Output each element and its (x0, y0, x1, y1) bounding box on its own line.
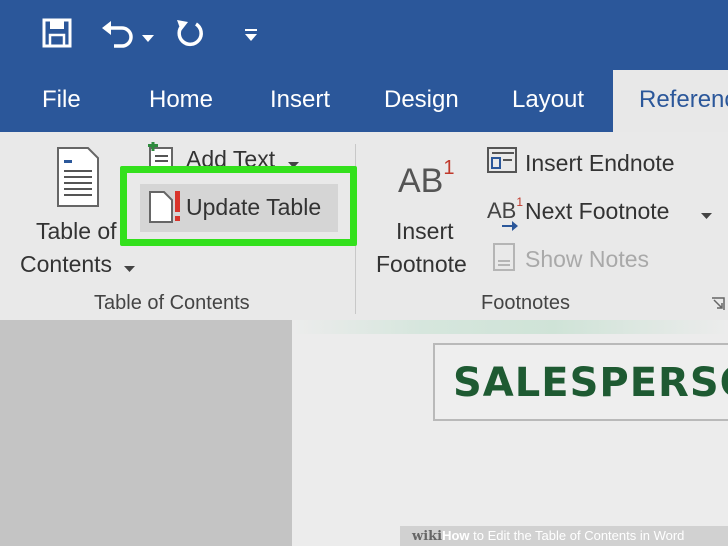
insert-footnote-icon[interactable]: AB1 (398, 157, 454, 201)
chevron-down-icon[interactable] (124, 260, 135, 272)
footnotes-group-label: Footnotes (481, 292, 570, 314)
tab-references[interactable]: Referenc (613, 70, 728, 132)
dialog-launcher-icon[interactable] (711, 297, 725, 311)
chevron-down-icon[interactable] (142, 30, 154, 42)
table-of-contents-icon[interactable] (56, 146, 100, 208)
insert-footnote-label-1[interactable]: Insert (396, 218, 454, 245)
document-header-band (292, 320, 728, 334)
watermark-how: How (442, 528, 470, 543)
ribbon-tabs: File Home Insert Design Layout Referenc (0, 70, 728, 132)
undo-icon[interactable] (100, 18, 134, 50)
redo-icon[interactable] (174, 18, 206, 50)
tab-insert[interactable]: Insert (270, 86, 330, 114)
next-footnote-icon-sup: 1 (516, 194, 524, 209)
toc-group-label: Table of Contents (94, 292, 250, 314)
tab-home[interactable]: Home (149, 86, 213, 114)
watermark-rest: to Edit the Table of Contents in Word (469, 528, 685, 543)
customize-qat-icon[interactable] (244, 28, 258, 42)
table-of-contents-label-1[interactable]: Table of (36, 218, 117, 245)
save-icon[interactable] (42, 18, 72, 48)
ribbon-panel: Table of Contents Add Text AB1 Insert Fo… (0, 132, 728, 320)
tab-layout[interactable]: Layout (512, 86, 584, 114)
watermark: wikiHow to Edit the Table of Contents in… (400, 526, 728, 546)
insert-footnote-icon-sup: 1 (443, 156, 455, 179)
chevron-down-icon[interactable] (288, 156, 299, 168)
tab-file[interactable]: File (42, 86, 81, 114)
insert-endnote-label[interactable]: Insert Endnote (525, 150, 675, 177)
show-notes-label: Show Notes (525, 246, 650, 272)
insert-footnote-label-2[interactable]: Footnote (376, 251, 467, 278)
table-of-contents-label-2[interactable]: Contents (20, 251, 112, 278)
chevron-down-icon[interactable] (701, 207, 712, 219)
tab-design[interactable]: Design (384, 86, 459, 114)
show-notes-icon (492, 242, 516, 272)
insert-endnote-icon[interactable] (486, 146, 520, 174)
next-footnote-label[interactable]: Next Footnote (525, 198, 669, 225)
document-margin (0, 320, 292, 546)
highlight-box (120, 166, 357, 246)
insert-footnote-icon-text: AB (398, 162, 444, 200)
document-title-box[interactable]: SALESPERSO (433, 343, 728, 421)
document-title: SALESPERSO (453, 360, 728, 406)
quick-access-toolbar (0, 0, 728, 70)
arrow-right-icon (502, 218, 518, 231)
watermark-wiki: wiki (412, 529, 443, 544)
